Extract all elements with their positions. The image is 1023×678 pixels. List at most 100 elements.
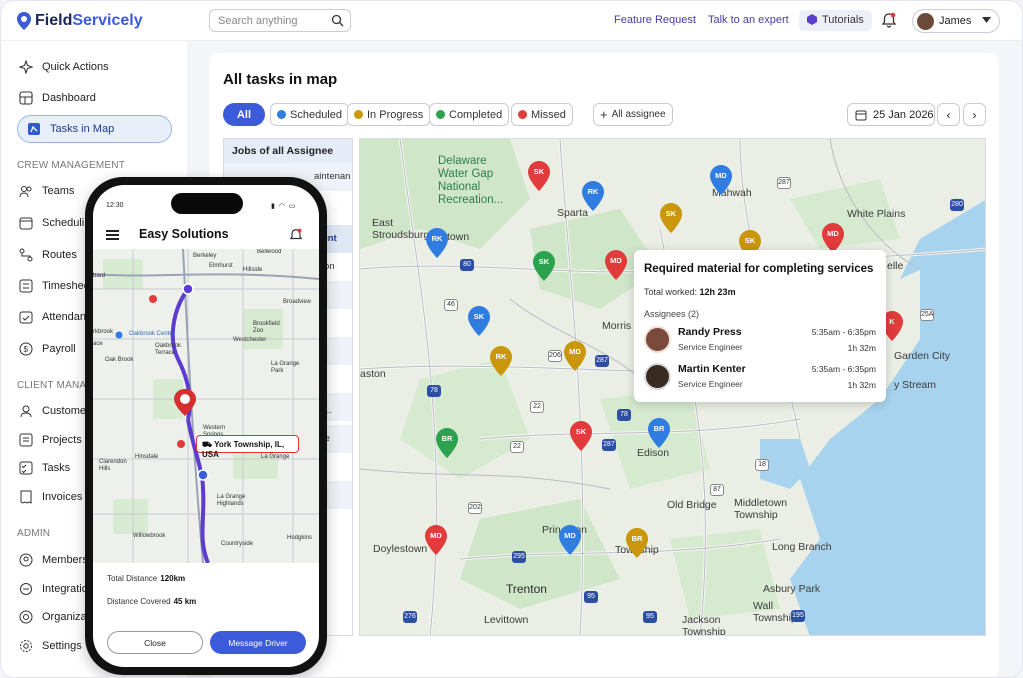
map-label-valley-stream: y Stream xyxy=(894,379,937,391)
feature-request-link[interactable]: Feature Request xyxy=(614,14,696,26)
prev-date-button[interactable]: ‹ xyxy=(937,103,960,126)
location-pin-logo-icon xyxy=(17,12,31,30)
admin-section-title: ADMIN xyxy=(17,528,51,539)
map-label-bellwood: Bellwood xyxy=(257,249,282,255)
highway-shield: 287 xyxy=(602,439,616,451)
task-pin[interactable]: SK xyxy=(660,203,682,233)
user-name: James xyxy=(939,15,972,27)
sidebar-item-label: Projects xyxy=(42,434,82,446)
talk-to-expert-link[interactable]: Talk to an expert xyxy=(708,14,789,26)
app-name: FieldServicely xyxy=(35,12,143,29)
crew-section-title: CREW MANAGEMENT xyxy=(17,160,125,171)
phone-clock: 12:30 xyxy=(106,202,124,209)
task-pin[interactable]: RK xyxy=(490,346,512,376)
task-pin[interactable]: BR xyxy=(436,428,458,458)
map-label-old-bridge: Old Bridge xyxy=(667,499,717,511)
task-pin[interactable]: SK xyxy=(533,251,555,281)
route-icon xyxy=(19,248,33,262)
distance-covered: Distance Covered 45 km xyxy=(107,597,197,606)
sidebar-item-customers[interactable]: Customers xyxy=(19,400,95,422)
task-pin[interactable]: MD xyxy=(425,525,447,555)
map-label-hinsdale: Hinsdale xyxy=(135,454,159,460)
assignee-row[interactable]: Randy Press Service Engineer 5:35am - 6:… xyxy=(644,325,876,355)
highway-shield: 295 xyxy=(512,551,526,563)
sidebar-item-tasks-in-map[interactable]: Tasks in Map xyxy=(17,115,172,143)
filter-all-chip[interactable]: All xyxy=(223,103,265,126)
sidebar-item-invoices[interactable]: Invoices xyxy=(19,486,82,508)
highway-shield: 78 xyxy=(617,409,631,421)
task-pin[interactable]: MD xyxy=(559,525,581,555)
map-label-clarendon: Clarendon Hills xyxy=(99,459,127,472)
missed-dot xyxy=(518,110,527,119)
sidebar-item-label: Teams xyxy=(42,185,75,197)
map-label-easton: aston xyxy=(360,368,386,380)
map-label-rkbrook: rkbrook xyxy=(93,329,114,335)
chevron-right-icon: › xyxy=(972,107,977,122)
projects-icon xyxy=(19,433,33,447)
filter-completed-chip[interactable]: Completed xyxy=(429,103,510,126)
map-label-oakbrook-center: Oakbrook Center xyxy=(129,331,175,337)
highway-shield: 195 xyxy=(791,610,805,622)
svg-text:$: $ xyxy=(24,345,29,354)
phone-route-map[interactable]: Elmhurst Bellwood Hillside Berkeley bard… xyxy=(93,249,319,563)
sidebar-item-settings[interactable]: Settings xyxy=(19,635,82,657)
map-label-levittown: Levittown xyxy=(484,614,529,626)
sidebar-item-payroll[interactable]: $ Payroll xyxy=(19,338,76,360)
task-pin[interactable]: SK xyxy=(570,421,592,451)
sidebar-item-dashboard[interactable]: Dashboard xyxy=(19,87,96,109)
task-pin[interactable]: MD xyxy=(710,165,732,195)
next-date-button[interactable]: › xyxy=(963,103,986,126)
filter-in-progress-chip[interactable]: In Progress xyxy=(347,103,431,126)
notification-bell-icon[interactable] xyxy=(289,228,303,242)
task-pin[interactable]: SK xyxy=(468,306,490,336)
total-worked: Total worked: 12h 23m xyxy=(644,287,736,297)
map-label-berkeley: Berkeley xyxy=(193,253,217,259)
task-pin[interactable]: BR xyxy=(648,418,670,448)
task-pin[interactable]: MD xyxy=(605,250,627,280)
close-button[interactable]: Close xyxy=(107,631,203,654)
sidebar-item-label: Invoices xyxy=(42,491,83,503)
phone-screen: 12:30 ▮ ◠ ▭ Easy Solutions Elmhurst Bell… xyxy=(93,185,319,667)
map-label-hillside: Hillside xyxy=(243,267,263,273)
task-pin[interactable]: SK xyxy=(528,161,550,191)
sidebar-item-projects[interactable]: Projects xyxy=(19,429,82,451)
total-distance: Total Distance 120km xyxy=(107,574,186,583)
notification-bell-icon[interactable] xyxy=(881,12,897,28)
sidebar-item-routes[interactable]: Routes xyxy=(19,244,77,266)
hamburger-menu-icon[interactable] xyxy=(106,230,119,240)
task-pin[interactable]: RK xyxy=(582,181,604,211)
assignee-duration: 1h 32m xyxy=(847,343,876,353)
task-pin[interactable]: MD xyxy=(822,223,844,253)
assignee-name: Randy Press xyxy=(678,326,742,338)
app-logo[interactable]: FieldServicely xyxy=(17,12,143,30)
all-assignee-button[interactable]: + All assignee xyxy=(593,103,673,126)
task-pin[interactable]: RK xyxy=(426,228,448,258)
message-driver-button[interactable]: Message Driver xyxy=(210,631,306,654)
hexagon-icon xyxy=(807,14,817,25)
task-pin[interactable]: MD xyxy=(564,341,586,371)
filter-scheduled-chip[interactable]: Scheduled xyxy=(270,103,349,126)
filter-missed-chip[interactable]: Missed xyxy=(511,103,573,126)
search-input[interactable]: Search anything xyxy=(209,9,351,32)
user-menu[interactable]: James xyxy=(912,9,1000,33)
assignee-row[interactable]: Martin Kenter Service Engineer 5:35am - … xyxy=(644,362,876,392)
highway-shield: 22 xyxy=(530,401,544,413)
sidebar-item-quick-actions[interactable]: Quick Actions xyxy=(19,56,109,78)
sidebar-item-teams[interactable]: Teams xyxy=(19,180,74,202)
dynamic-island xyxy=(171,193,243,214)
highway-shield: 80 xyxy=(460,259,474,271)
map-label-middletown: Middletown Township xyxy=(734,497,788,521)
map-label-belle: elle xyxy=(887,260,904,272)
sidebar-item-timesheet[interactable]: Timesheet xyxy=(19,275,93,297)
filter-label: Scheduled xyxy=(290,108,342,121)
sidebar-item-members[interactable]: Members xyxy=(19,549,88,571)
task-pin[interactable]: BR xyxy=(626,528,648,558)
map-label-long-branch: Long Branch xyxy=(772,541,832,553)
map-label-oak-brook: Oak Brook xyxy=(105,357,134,363)
highway-shield: 287 xyxy=(777,177,791,189)
invoice-icon xyxy=(20,490,32,504)
date-picker[interactable]: 25 Jan 2026 xyxy=(847,103,935,126)
sidebar-item-tasks[interactable]: Tasks xyxy=(19,457,70,479)
search-placeholder: Search anything xyxy=(218,15,298,27)
tutorials-button[interactable]: Tutorials xyxy=(799,10,872,31)
